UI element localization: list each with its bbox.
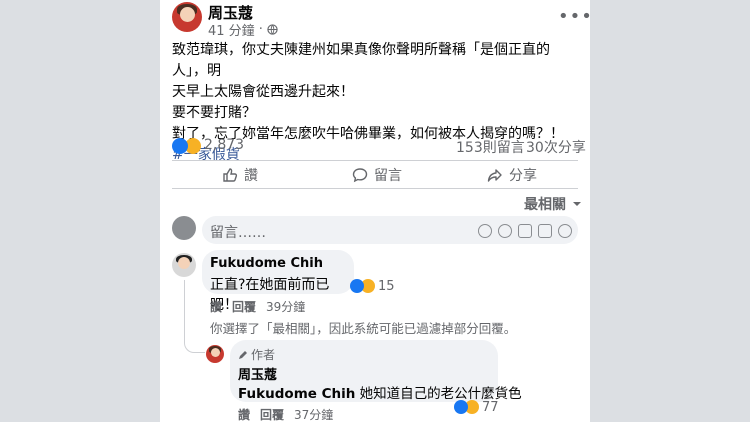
- post-line-2: 天早上太陽會從西邊升起來！: [172, 84, 354, 100]
- comment-reaction-count[interactable]: 15: [378, 279, 395, 294]
- reply-author-name[interactable]: 周玉蔻: [238, 364, 277, 383]
- sticker-icon[interactable]: [558, 224, 572, 238]
- actions-bottom-divider: [172, 188, 578, 189]
- commenter-avatar[interactable]: [172, 253, 196, 277]
- chevron-down-icon: [573, 202, 581, 206]
- reaction-count[interactable]: 2,873: [204, 137, 244, 153]
- filter-notice: 你選擇了「最相關」，因此系統可能已過濾掉部分回覆。: [210, 321, 517, 336]
- emoji-icon[interactable]: [498, 224, 512, 238]
- like-button-label: 讚: [244, 168, 258, 184]
- thumbs-up-icon: [223, 168, 238, 182]
- actions-top-divider: [172, 160, 578, 161]
- share-button-label: 分享: [509, 168, 537, 184]
- comment-icon: [352, 168, 368, 183]
- comment-input[interactable]: 留言……: [210, 222, 266, 242]
- sort-dropdown[interactable]: 最相關: [524, 194, 582, 214]
- share-button[interactable]: 分享: [487, 165, 537, 185]
- reply-connector: [184, 340, 205, 353]
- reply-text: Fukudome Chih 她知道自己的老公什麼貨色: [238, 382, 522, 402]
- reply-author-avatar[interactable]: [206, 345, 224, 363]
- comment-bubble: Fukudome Chih 正直?在她面前而已吧！: [202, 250, 354, 313]
- left-background: [0, 0, 160, 422]
- post-line-3: 要不要打賭？: [172, 105, 256, 121]
- author-badge-label: 作者: [251, 348, 276, 362]
- pen-icon: [239, 350, 247, 359]
- right-background: [590, 0, 750, 422]
- author-avatar[interactable]: [172, 2, 202, 32]
- reply-like-icon[interactable]: [454, 400, 468, 414]
- like-reaction-icon[interactable]: [172, 138, 188, 154]
- post-time[interactable]: 41 分鐘: [208, 20, 255, 39]
- comment-like-icon[interactable]: [350, 279, 364, 293]
- comment-actions: 讚 回覆 39分鐘: [210, 298, 305, 315]
- shares-count[interactable]: 30次分享: [526, 137, 586, 157]
- current-user-avatar[interactable]: [172, 216, 196, 240]
- reply-mention[interactable]: Fukudome Chih: [238, 386, 355, 402]
- commenter-name[interactable]: Fukudome Chih: [210, 256, 323, 271]
- author-badge: 作者: [238, 346, 275, 363]
- post-time-separator: ·: [258, 22, 263, 37]
- camera-icon[interactable]: [518, 224, 532, 238]
- reply-bubble: 作者 周玉蔻 Fukudome Chih 她知道自己的老公什麼貨色: [230, 340, 522, 402]
- composer-tools: [472, 223, 572, 242]
- gif-icon[interactable]: [538, 224, 552, 238]
- reply-thread-line: [184, 280, 185, 340]
- comment-button[interactable]: 留言: [352, 165, 402, 185]
- reply-reaction-count[interactable]: 77: [482, 400, 499, 415]
- reply-time[interactable]: 37分鐘: [294, 406, 333, 422]
- comment-like-button[interactable]: 讚: [210, 298, 222, 315]
- comment-time[interactable]: 39分鐘: [266, 298, 305, 315]
- like-button[interactable]: 讚: [222, 165, 258, 185]
- post-more-options-icon[interactable]: •••: [558, 6, 590, 27]
- globe-icon: [267, 24, 278, 35]
- post-line-1: 致范瑋琪，你丈夫陳建州如果真像你聲明所聲稱「是個正直的人」，明: [172, 42, 550, 79]
- comment-reply-button[interactable]: 回覆: [232, 298, 256, 315]
- sort-label: 最相關: [524, 197, 566, 213]
- reply-reply-button[interactable]: 回覆: [260, 406, 284, 422]
- share-icon: [487, 169, 502, 182]
- post-meta: 41 分鐘 ·: [208, 20, 278, 39]
- avatar-sticker-icon[interactable]: [478, 224, 492, 238]
- post-card: 周玉蔻 41 分鐘 · ••• 致范瑋琪，你丈夫陳建州如果真像你聲明所聲稱「是個…: [160, 0, 590, 422]
- comment-button-label: 留言: [374, 168, 402, 184]
- comments-count[interactable]: 153則留言: [456, 137, 525, 157]
- reply-actions: 讚 回覆 37分鐘: [238, 406, 333, 422]
- comment-composer[interactable]: 留言……: [202, 216, 578, 244]
- reply-like-button[interactable]: 讚: [238, 406, 250, 422]
